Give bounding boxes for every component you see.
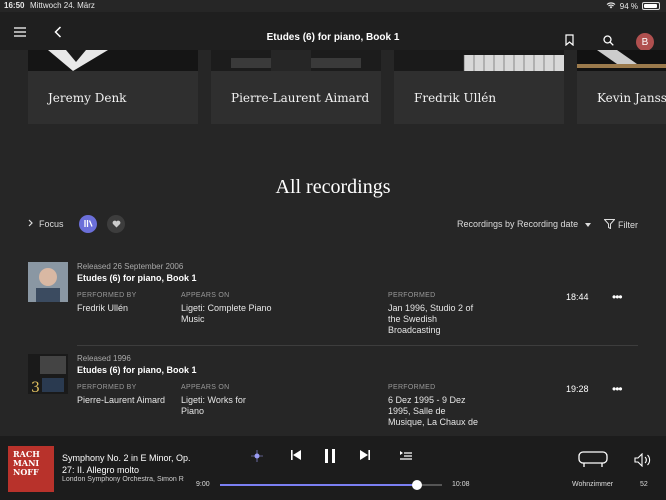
now-playing-cover[interactable]: RACH MANI NOFF bbox=[8, 446, 54, 492]
library-icon bbox=[83, 215, 93, 233]
performer-photo bbox=[577, 50, 666, 71]
speaker-device-icon[interactable] bbox=[578, 450, 608, 468]
focus-toggle[interactable]: Focus bbox=[28, 219, 64, 229]
more-options-icon[interactable]: ••• bbox=[612, 290, 623, 304]
performer-carousel: Jeremy Denk Pierre-Laurent Aimard Fredri… bbox=[28, 50, 666, 124]
release-date: Released 26 September 2006 bbox=[77, 262, 184, 271]
recording-row[interactable]: Released 26 September 2006 Etudes (6) fo… bbox=[0, 262, 666, 354]
performed-by-label: PERFORMED BY bbox=[77, 384, 137, 391]
album-link[interactable]: Ligeti: Complete Piano Music bbox=[181, 303, 272, 325]
battery-icon bbox=[642, 2, 660, 10]
sort-label: Recordings by Recording date bbox=[457, 219, 579, 229]
previous-track-icon[interactable] bbox=[291, 450, 301, 460]
performer-photo bbox=[211, 50, 381, 71]
battery-percent: 94 % bbox=[619, 1, 638, 11]
album-cover bbox=[28, 262, 68, 302]
album-link[interactable]: Ligeti: Works for Piano bbox=[181, 395, 246, 417]
volume-icon[interactable] bbox=[634, 453, 652, 467]
focus-label: Focus bbox=[39, 219, 64, 229]
progress-handle[interactable] bbox=[412, 480, 423, 490]
work-title: Etudes (6) for piano, Book 1 bbox=[77, 273, 197, 283]
performer-name: Pierre-Laurent Aimard bbox=[231, 91, 370, 105]
performer-link[interactable]: Fredrik Ullén bbox=[77, 303, 128, 314]
now-playing-title[interactable]: Symphony No. 2 in E Minor, Op. 27: II. A… bbox=[62, 452, 192, 476]
performer-card[interactable]: Jeremy Denk bbox=[28, 50, 198, 124]
bookmark-icon[interactable] bbox=[561, 32, 577, 48]
divider bbox=[77, 345, 638, 346]
total-time: 10:08 bbox=[452, 481, 470, 488]
duration: 19:28 bbox=[566, 384, 589, 394]
progress-fill bbox=[220, 484, 418, 486]
performed-line: Broadcasting bbox=[388, 325, 441, 335]
performer-name: Jeremy Denk bbox=[48, 91, 127, 105]
performed-line: Jan 1996, Studio 2 of bbox=[388, 303, 474, 313]
performed-line: 6 Dez 1995 - 9 Dez bbox=[388, 395, 466, 405]
duration: 18:44 bbox=[566, 292, 589, 302]
sparkle-icon[interactable] bbox=[251, 450, 263, 462]
now-playing-artist: London Symphony Orchestra, Simon R bbox=[62, 476, 184, 483]
status-time: 16:50 bbox=[4, 1, 25, 10]
album-line: Piano bbox=[181, 406, 205, 416]
appears-on-label: APPEARS ON bbox=[181, 384, 230, 391]
status-right: 94 % bbox=[606, 1, 660, 11]
caret-down-icon bbox=[584, 219, 591, 229]
performer-card[interactable]: Pierre-Laurent Aimard bbox=[211, 50, 381, 124]
performed-line: Musique, La Chaux de bbox=[388, 417, 479, 427]
performed-label: PERFORMED bbox=[388, 292, 436, 299]
filter-label: Filter bbox=[618, 220, 638, 230]
library-filter-button[interactable] bbox=[79, 215, 97, 233]
progress-bar[interactable] bbox=[220, 480, 442, 490]
album-line: Ligeti: Complete Piano bbox=[181, 303, 272, 313]
performed-by-label: PERFORMED BY bbox=[77, 292, 137, 299]
volume-level: 52 bbox=[640, 481, 648, 488]
pause-icon[interactable] bbox=[324, 449, 336, 463]
elapsed-time: 9:00 bbox=[196, 481, 210, 488]
performer-name: Fredrik Ullén bbox=[414, 91, 497, 105]
appears-on-label: APPEARS ON bbox=[181, 292, 230, 299]
queue-icon[interactable] bbox=[400, 450, 412, 460]
performed-line: 1995, Salle de bbox=[388, 406, 446, 416]
cover-text: NOFF bbox=[13, 467, 39, 477]
work-title: Etudes (6) for piano, Book 1 bbox=[77, 365, 197, 375]
filter-icon bbox=[603, 219, 616, 231]
performer-link[interactable]: Pierre-Laurent Aimard bbox=[77, 395, 165, 406]
performer-card[interactable]: Fredrik Ullén bbox=[394, 50, 564, 124]
performed-label: PERFORMED bbox=[388, 384, 436, 391]
performer-photo bbox=[394, 50, 564, 71]
more-options-icon[interactable]: ••• bbox=[612, 382, 623, 396]
performed-line: the Swedish bbox=[388, 314, 438, 324]
recording-row[interactable]: 3 Released 1996 Etudes (6) for piano, Bo… bbox=[0, 354, 666, 446]
sort-select[interactable]: Recordings by Recording date bbox=[457, 219, 591, 229]
filter-button[interactable]: Filter bbox=[603, 219, 638, 231]
svg-text:3: 3 bbox=[31, 380, 40, 394]
performer-photo bbox=[28, 50, 198, 71]
nav-bar: Etudes (6) for piano, Book 1 B bbox=[0, 12, 666, 51]
status-date: Mittwoch 24. März bbox=[30, 1, 95, 10]
status-bar: 16:50 Mittwoch 24. März 94 % bbox=[0, 0, 666, 12]
performer-name: Kevin Jansso bbox=[597, 91, 666, 105]
favorite-filter-button[interactable] bbox=[107, 215, 125, 233]
heart-icon bbox=[112, 215, 121, 233]
release-date: Released 1996 bbox=[77, 354, 131, 363]
wifi-icon bbox=[606, 1, 616, 11]
next-track-icon[interactable] bbox=[360, 450, 370, 460]
performer-card[interactable]: Kevin Jansso bbox=[577, 50, 666, 124]
chevron-right-icon bbox=[28, 219, 33, 229]
room-name[interactable]: Wohnzimmer bbox=[572, 481, 613, 488]
performed-details: 6 Dez 1995 - 9 Dez 1995, Salle de Musiqu… bbox=[388, 395, 478, 428]
recordings-toolbar: Focus Recordings by Recording date Filte… bbox=[0, 213, 666, 237]
performed-details: Jan 1996, Studio 2 of the Swedish Broadc… bbox=[388, 303, 473, 336]
avatar[interactable]: B bbox=[636, 33, 654, 51]
album-line: Ligeti: Works for bbox=[181, 395, 246, 405]
search-icon[interactable] bbox=[600, 32, 616, 48]
album-cover: 3 bbox=[28, 354, 68, 394]
now-playing-bar: RACH MANI NOFF Symphony No. 2 in E Minor… bbox=[0, 436, 666, 500]
section-heading: All recordings bbox=[275, 176, 391, 198]
album-line: Music bbox=[181, 314, 205, 324]
